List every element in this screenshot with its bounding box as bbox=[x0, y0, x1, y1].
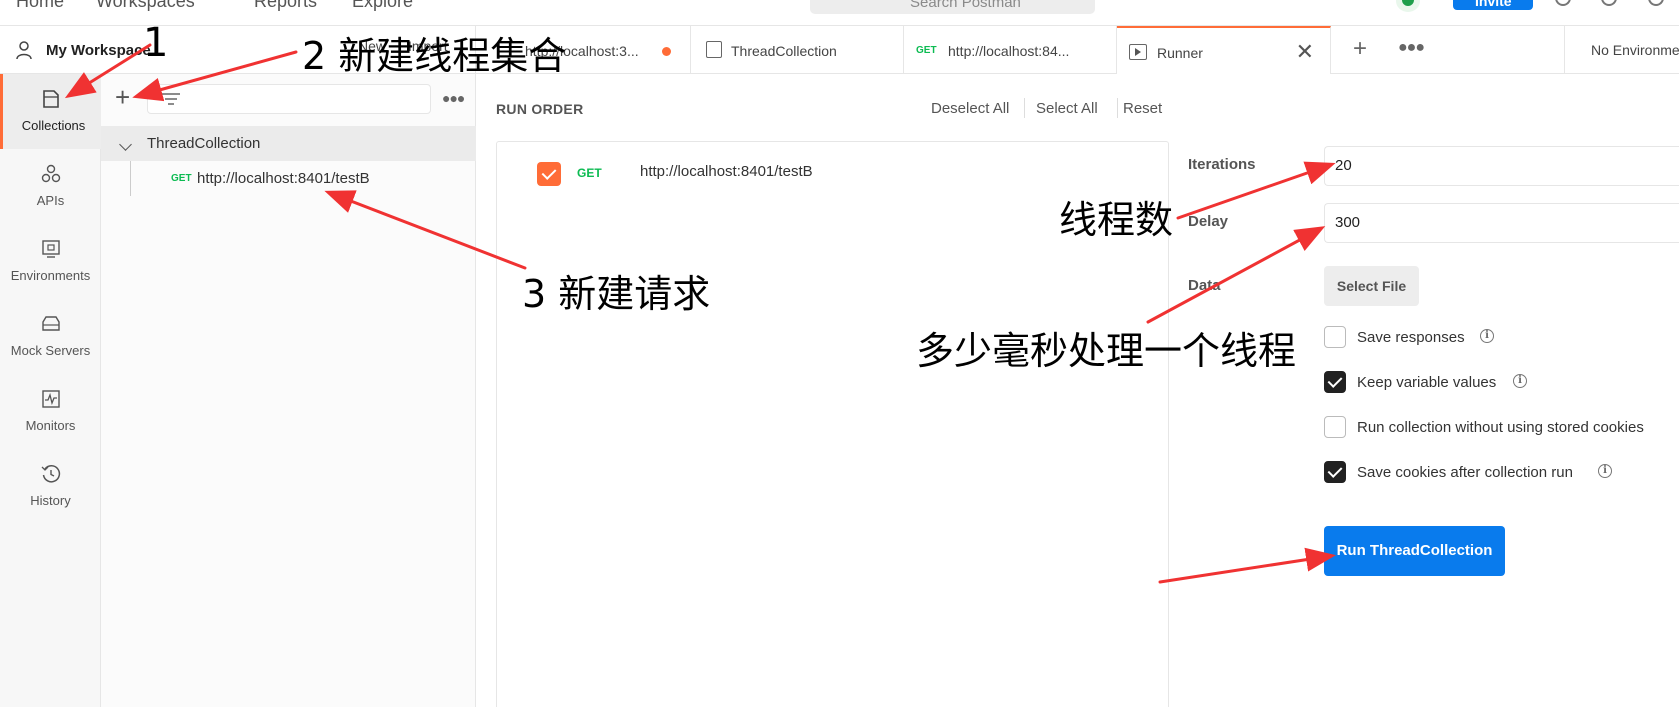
sidebar-item-label: APIs bbox=[36, 193, 65, 208]
request-row[interactable]: GET http://localhost:8401/testB bbox=[101, 161, 476, 196]
info-icon[interactable]: i bbox=[1480, 329, 1494, 343]
tab-method: GET bbox=[916, 45, 937, 56]
annotation-4: 线程数 bbox=[1059, 198, 1174, 242]
tab-label: ThreadCollection bbox=[731, 43, 837, 59]
tab-bar: http://localhost:3... ThreadCollection G… bbox=[476, 26, 1679, 74]
global-search-input[interactable]: Search Postman bbox=[810, 0, 1095, 14]
keep-variable-values-checkbox[interactable] bbox=[1324, 371, 1346, 393]
sidebar-item-monitors[interactable]: Monitors bbox=[0, 374, 101, 449]
sidebar-item-label: History bbox=[30, 493, 71, 508]
filter-icon bbox=[162, 93, 180, 105]
runner-icon bbox=[1129, 44, 1147, 60]
environment-selector[interactable]: No Environment bbox=[1564, 26, 1679, 74]
sidebar-item-history[interactable]: History bbox=[0, 449, 101, 524]
nav-workspaces[interactable]: Workspaces bbox=[96, 0, 195, 12]
collections-panel: + ●●● ThreadCollection GET http://localh… bbox=[101, 74, 476, 707]
left-sidebar: Collections APIs Environments Mock Serve… bbox=[0, 74, 101, 707]
collections-icon bbox=[43, 90, 59, 108]
run-order-checkbox[interactable] bbox=[537, 162, 561, 186]
panel-more-icon[interactable]: ●●● bbox=[442, 90, 465, 106]
tab-label: Runner bbox=[1157, 45, 1203, 61]
user-icon bbox=[16, 41, 32, 60]
collection-icon bbox=[706, 41, 722, 58]
sidebar-item-label: Monitors bbox=[25, 418, 76, 433]
no-stored-cookies-checkbox[interactable] bbox=[1324, 416, 1346, 438]
reset-button[interactable]: Reset bbox=[1123, 100, 1162, 117]
new-tab-button[interactable]: + bbox=[1353, 35, 1367, 63]
run-collection-button[interactable]: Run ThreadCollection bbox=[1324, 526, 1505, 576]
request-method: GET bbox=[171, 173, 192, 184]
annotation-5: 多少毫秒处理一个线程 bbox=[916, 329, 1297, 373]
deselect-all-button[interactable]: Deselect All bbox=[931, 100, 1009, 117]
sidebar-item-label: Collections bbox=[21, 118, 86, 133]
tab-label: http://localhost:84... bbox=[948, 43, 1070, 59]
nav-reports[interactable]: Reports bbox=[254, 0, 317, 12]
sidebar-item-label: Mock Servers bbox=[10, 343, 91, 358]
iterations-input[interactable]: 20 bbox=[1324, 146, 1679, 186]
history-icon bbox=[41, 465, 61, 483]
invite-button[interactable]: Invite bbox=[1453, 0, 1533, 10]
sidebar-item-collections[interactable]: Collections bbox=[0, 74, 101, 149]
close-icon[interactable]: ✕ bbox=[1296, 39, 1314, 65]
divider bbox=[1024, 98, 1025, 118]
sidebar-item-apis[interactable]: APIs bbox=[0, 149, 101, 224]
chevron-down-icon[interactable] bbox=[119, 138, 132, 151]
iterations-label: Iterations bbox=[1188, 156, 1256, 173]
tab-more-icon[interactable]: ●●● bbox=[1398, 39, 1425, 57]
collection-row[interactable]: ThreadCollection bbox=[101, 126, 476, 161]
monitors-icon bbox=[42, 390, 60, 408]
annotation-2: 2 新建线程集合 bbox=[302, 34, 567, 78]
request-url: http://localhost:8401/testB bbox=[197, 170, 370, 187]
data-label: Data bbox=[1188, 277, 1221, 294]
nav-home[interactable]: Home bbox=[16, 0, 64, 12]
tree-guide bbox=[130, 161, 131, 196]
save-responses-label: Save responses bbox=[1357, 329, 1465, 346]
mock-servers-icon bbox=[42, 316, 60, 331]
delay-input[interactable]: 300 bbox=[1324, 203, 1679, 243]
select-file-button[interactable]: Select File bbox=[1324, 266, 1419, 306]
sidebar-item-environments[interactable]: Environments bbox=[0, 224, 101, 299]
tab-thread-collection[interactable]: ThreadCollection bbox=[691, 26, 904, 74]
top-navigation: Home Workspaces Reports Explore Search P… bbox=[0, 0, 1679, 26]
save-cookies-checkbox[interactable] bbox=[1324, 461, 1346, 483]
sync-status-icon[interactable] bbox=[1396, 0, 1420, 12]
unsaved-dot-icon bbox=[662, 47, 671, 56]
keep-variable-values-label: Keep variable values bbox=[1357, 374, 1497, 391]
bell-icon[interactable] bbox=[1555, 0, 1571, 6]
environments-icon bbox=[42, 240, 60, 258]
notifications-icon[interactable] bbox=[1648, 0, 1664, 6]
save-responses-checkbox[interactable] bbox=[1324, 326, 1346, 348]
no-stored-cookies-label: Run collection without using stored cook… bbox=[1357, 419, 1644, 436]
nav-explore[interactable]: Explore bbox=[352, 0, 413, 12]
info-icon[interactable]: i bbox=[1513, 374, 1527, 388]
divider bbox=[1117, 98, 1118, 118]
workspace-name[interactable]: My Workspace bbox=[46, 42, 151, 59]
run-order-url: http://localhost:8401/testB bbox=[640, 163, 813, 180]
collection-name: ThreadCollection bbox=[147, 135, 261, 152]
save-cookies-label: Save cookies after collection run bbox=[1357, 464, 1573, 481]
new-collection-button[interactable]: + bbox=[115, 84, 130, 110]
annotation-3: 3 新建请求 bbox=[522, 272, 711, 316]
sidebar-item-label: Environments bbox=[10, 268, 91, 283]
apis-icon bbox=[41, 164, 61, 183]
tab-runner[interactable]: Runner ✕ bbox=[1117, 26, 1331, 74]
delay-label: Delay bbox=[1188, 213, 1229, 230]
select-all-button[interactable]: Select All bbox=[1036, 100, 1098, 117]
settings-icon[interactable] bbox=[1601, 0, 1617, 6]
sidebar-item-mock-servers[interactable]: Mock Servers bbox=[0, 299, 101, 374]
filter-input[interactable] bbox=[147, 84, 431, 114]
run-order-method: GET bbox=[577, 166, 602, 180]
info-icon[interactable]: i bbox=[1598, 464, 1612, 478]
tab-request-2[interactable]: GET http://localhost:84... bbox=[904, 26, 1117, 74]
annotation-1: 1 bbox=[143, 20, 169, 66]
run-order-title: RUN ORDER bbox=[496, 101, 584, 117]
collection-runner: RUN ORDER Deselect All Select All Reset … bbox=[476, 74, 1679, 707]
